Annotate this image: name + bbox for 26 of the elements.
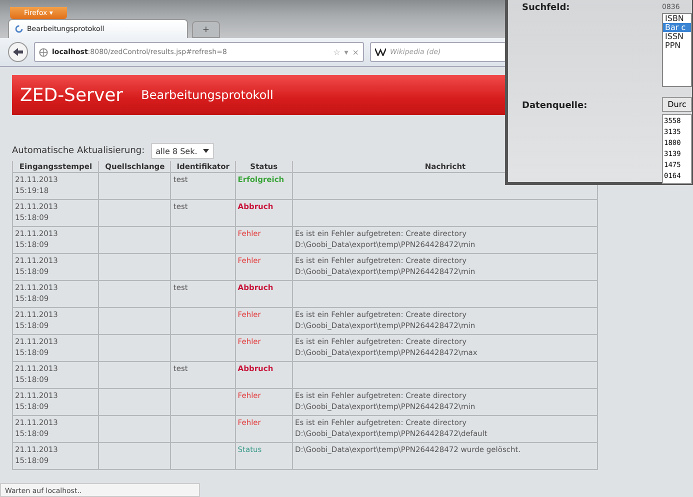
- refresh-label: Automatische Aktualisierung:: [12, 146, 145, 156]
- source-label: Datenquelle:: [521, 100, 588, 113]
- identifier-cell: [170, 442, 236, 470]
- identifier-cell: [170, 334, 236, 362]
- page-title: Bearbeitungsprotokoll: [141, 88, 274, 102]
- search-field-label: Suchfeld:: [521, 2, 571, 15]
- list-item[interactable]: ISSN: [663, 32, 691, 41]
- globe-icon: [39, 48, 48, 56]
- app-title: ZED-Server: [20, 84, 124, 106]
- refresh-dropdown[interactable]: alle 8 Sek.: [150, 143, 214, 159]
- list-item[interactable]: PPN: [663, 41, 691, 50]
- back-button[interactable]: [8, 42, 28, 62]
- identifier-cell: [170, 416, 236, 442]
- identifier-cell: [170, 254, 236, 280]
- list-item[interactable]: ISBN: [663, 14, 691, 23]
- identifier-cell: [170, 226, 236, 254]
- new-tab-button[interactable]: +: [192, 21, 220, 38]
- caret-icon: [203, 149, 210, 153]
- arrow-icon: [12, 47, 24, 57]
- browse-button[interactable]: Durc: [662, 97, 692, 112]
- wikipedia-w-icon: [375, 48, 386, 56]
- field-list[interactable]: ISBN Bar c ISSN PPN: [662, 13, 692, 87]
- identifier-cell: [170, 308, 236, 334]
- list-item[interactable]: Bar c: [663, 23, 691, 32]
- loading-icon: [15, 25, 23, 33]
- identifier-cell: [170, 388, 236, 416]
